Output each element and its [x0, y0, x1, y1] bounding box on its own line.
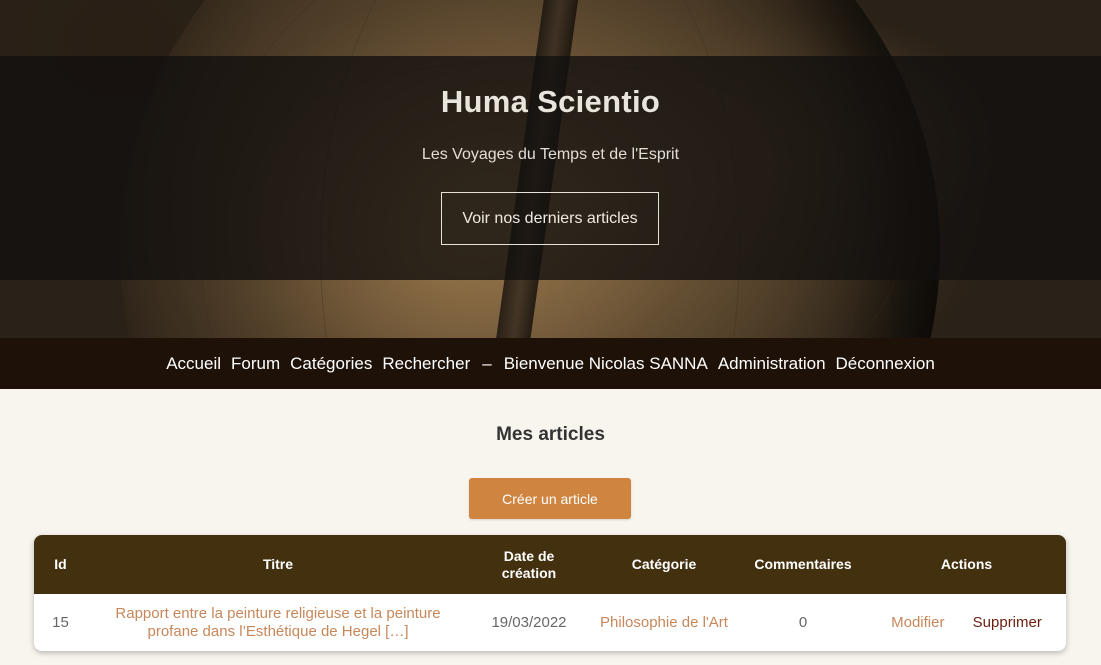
nav-item-forum[interactable]: Forum — [231, 354, 280, 374]
site-title: Huma Scientio — [440, 84, 661, 119]
main-navigation: Accueil Forum Catégories Rechercher – Bi… — [0, 338, 1101, 389]
latest-articles-button[interactable]: Voir nos derniers articles — [441, 192, 659, 245]
nav-item-welcome-user[interactable]: Bienvenue Nicolas SANNA — [504, 354, 708, 374]
category-link[interactable]: Philosophie de l'Art — [600, 614, 728, 631]
nav-separator: – — [482, 353, 492, 373]
cell-title: Rapport entre la peinture religieuse et … — [87, 594, 469, 651]
column-header-date: Date de création — [501, 547, 557, 581]
column-header-actions: Actions — [940, 556, 993, 572]
delete-article-link[interactable]: Supprimer — [973, 614, 1042, 631]
nav-item-accueil[interactable]: Accueil — [166, 354, 221, 374]
column-header-id: Id — [54, 556, 67, 572]
site-tagline: Les Voyages du Temps et de l'Esprit — [421, 146, 680, 163]
column-header-category: Catégorie — [631, 556, 697, 572]
article-title-link[interactable]: Rapport entre la peinture religieuse et … — [115, 605, 440, 640]
cell-id: 15 — [52, 613, 69, 631]
nav-item-rechercher[interactable]: Rechercher — [382, 354, 470, 374]
articles-table: Id Titre Date de création Catégorie Comm… — [34, 535, 1066, 651]
cell-date: 19/03/2022 — [491, 613, 567, 631]
nav-item-categories[interactable]: Catégories — [290, 354, 372, 374]
hero-banner: Huma Scientio Les Voyages du Temps et de… — [0, 0, 1101, 338]
create-article-button[interactable]: Créer un article — [469, 478, 631, 519]
cell-category: Philosophie de l'Art — [589, 594, 739, 651]
edit-article-link[interactable]: Modifier — [891, 614, 944, 631]
page-title: Mes articles — [496, 424, 605, 445]
table-header-row: Id Titre Date de création Catégorie Comm… — [34, 535, 1066, 594]
cell-actions: Modifier Supprimer — [867, 594, 1066, 651]
cell-comments: 0 — [798, 613, 808, 631]
table-row: 15 Rapport entre la peinture religieuse … — [34, 594, 1066, 651]
column-header-comments: Commentaires — [754, 556, 852, 572]
nav-item-logout[interactable]: Déconnexion — [836, 354, 935, 374]
column-header-title: Titre — [262, 556, 294, 572]
nav-item-administration[interactable]: Administration — [718, 354, 826, 374]
